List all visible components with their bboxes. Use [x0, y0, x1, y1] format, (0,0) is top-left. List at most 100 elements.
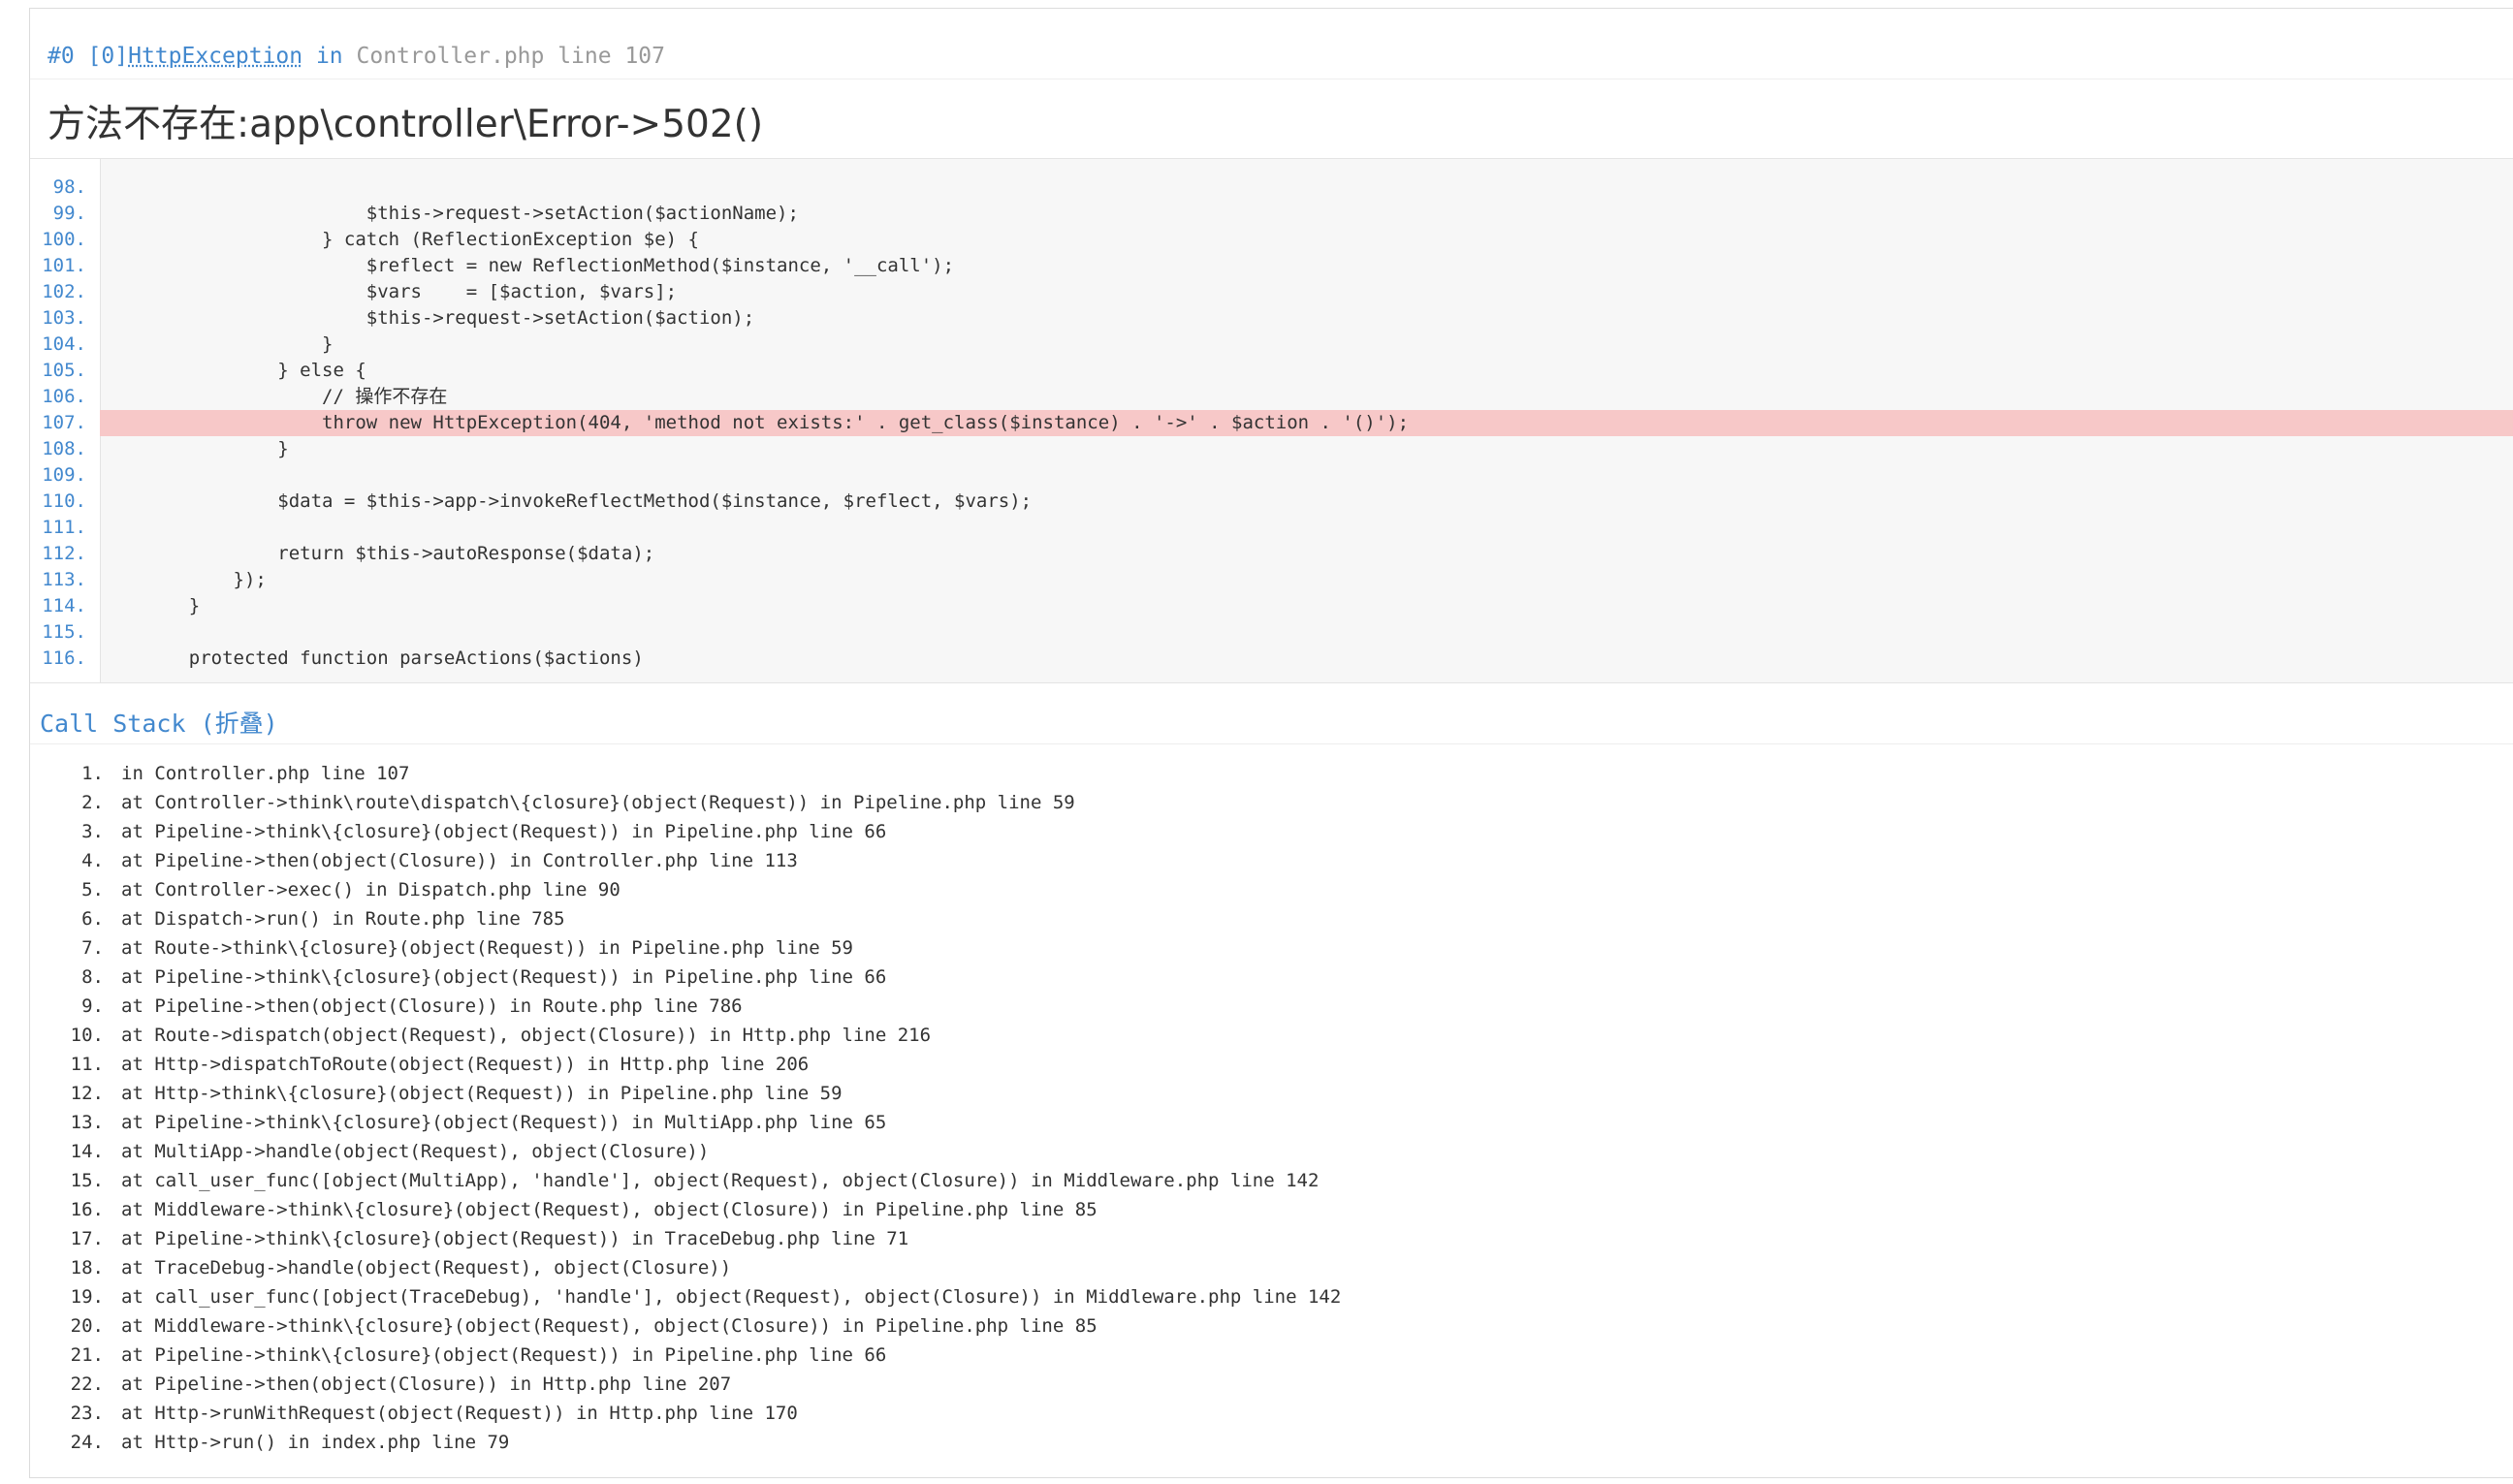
- stack-frame-number: 9.: [81, 995, 104, 1017]
- line-number: 107.: [42, 412, 86, 433]
- code-text: $this->request->setAction($actionName);: [144, 203, 799, 224]
- line-number: 102.: [42, 281, 86, 302]
- line-number: 99.: [52, 203, 86, 224]
- stack-frame-text: at Route->dispatch(object(Request), obje…: [121, 1025, 932, 1046]
- code-text: $reflect = new ReflectionMethod($instanc…: [144, 255, 955, 276]
- stack-frame-number: 1.: [81, 763, 104, 784]
- stack-frame-number: 23.: [70, 1403, 104, 1424]
- stack-frame-number: 5.: [81, 879, 104, 900]
- stack-frame-text: at Http->run() in index.php line 79: [121, 1432, 510, 1453]
- stack-frame-text: at Pipeline->then(object(Closure)) in Ht…: [121, 1373, 732, 1395]
- line-number: 101.: [42, 255, 86, 276]
- line-number: 108.: [42, 438, 86, 459]
- source-code-block: 98. 99. $this->request->setAction($action…: [30, 158, 2513, 683]
- stack-frame-text: at MultiApp->handle(object(Request), obj…: [121, 1141, 710, 1162]
- code-line: 104. }: [30, 332, 2513, 358]
- stack-frame-number: 20.: [70, 1315, 104, 1337]
- line-number: 106.: [42, 386, 86, 407]
- stack-frame-text: at Controller->think\route\dispatch\{clo…: [121, 792, 1075, 813]
- call-stack-toggle[interactable]: Call Stack (折叠): [40, 705, 278, 740]
- stack-frame-text: at Pipeline->then(object(Closure)) in Co…: [121, 850, 798, 871]
- code-text: }: [144, 595, 201, 616]
- stack-frame-text: at Pipeline->think\{closure}(object(Requ…: [121, 1112, 887, 1133]
- stack-frame-number: 19.: [70, 1286, 104, 1308]
- exception-message: 方法不存在:app\controller\Error->502(): [48, 103, 764, 146]
- code-line: 111.: [30, 515, 2513, 541]
- stack-frame-text: at Pipeline->think\{closure}(object(Requ…: [121, 966, 887, 988]
- code-line: 108. }: [30, 436, 2513, 462]
- code-line: 106. // 操作不存在: [30, 384, 2513, 410]
- code-text: });: [144, 569, 267, 590]
- line-number: 115.: [42, 621, 86, 643]
- stack-frame-text: at Http->dispatchToRoute(object(Request)…: [121, 1054, 810, 1075]
- stack-frame-number: 6.: [81, 908, 104, 930]
- line-number: 110.: [42, 490, 86, 512]
- stack-frame-number: 3.: [81, 821, 104, 842]
- stack-frame-number: 4.: [81, 850, 104, 871]
- code-text: }: [144, 333, 334, 355]
- code-line: 103. $this->request->setAction($action);: [30, 305, 2513, 332]
- code-line: 115.: [30, 619, 2513, 646]
- code-line: 100. } catch (ReflectionException $e) {: [30, 227, 2513, 253]
- stack-frame-text: at Middleware->think\{closure}(object(Re…: [121, 1199, 1097, 1220]
- stack-frame-number: 18.: [70, 1257, 104, 1279]
- error-code-line: 107. throw new HttpException(404, 'metho…: [42, 410, 2513, 436]
- stack-frame-text: at Pipeline->then(object(Closure)) in Ro…: [121, 995, 743, 1017]
- stack-frame-number: 24.: [70, 1432, 104, 1453]
- stack-frame-number: 16.: [70, 1199, 104, 1220]
- stack-frame-number: 17.: [70, 1228, 104, 1249]
- code-line: 105. } else {: [30, 358, 2513, 384]
- stack-frame-number: 12.: [70, 1083, 104, 1104]
- code-text: $this->request->setAction($action);: [144, 307, 755, 329]
- divider: [30, 743, 2513, 744]
- stack-frame-text: at call_user_func([object(MultiApp), 'ha…: [121, 1170, 1320, 1191]
- stack-frame-text: at call_user_func([object(TraceDebug), '…: [121, 1286, 1342, 1308]
- stack-frame-number: 10.: [70, 1025, 104, 1046]
- code-line: 113. });: [30, 567, 2513, 593]
- code-text: }: [144, 438, 289, 459]
- stack-frame-text: at Dispatch->run() in Route.php line 785: [121, 908, 565, 930]
- stack-frame-number: 15.: [70, 1170, 104, 1191]
- code-text: } catch (ReflectionException $e) {: [144, 229, 699, 250]
- stack-frame-text: at Middleware->think\{closure}(object(Re…: [121, 1315, 1097, 1337]
- code-text: $vars = [$action, $vars];: [144, 281, 678, 302]
- stack-frame-number: 22.: [70, 1373, 104, 1395]
- code-text: // 操作不存在: [144, 386, 448, 407]
- stack-frame-number: 7.: [81, 937, 104, 959]
- stack-frame-text: at TraceDebug->handle(object(Request), o…: [121, 1257, 732, 1279]
- exception-file: Controller.php line 107: [356, 44, 666, 69]
- code-text: $data = $this->app->invokeReflectMethod(…: [144, 490, 1033, 512]
- exception-header: #0 [0]HttpException in Controller.php li…: [48, 44, 665, 82]
- stack-frame-text: at Http->runWithRequest(object(Request))…: [121, 1403, 798, 1424]
- exception-class-link[interactable]: HttpException: [128, 44, 302, 69]
- stack-frame-text: at Pipeline->think\{closure}(object(Requ…: [121, 1344, 887, 1366]
- stack-frame-text: at Route->think\{closure}(object(Request…: [121, 937, 853, 959]
- line-number: 112.: [42, 543, 86, 564]
- code-line: 109.: [30, 462, 2513, 489]
- stack-frame-number: 14.: [70, 1141, 104, 1162]
- code-line: 110. $data = $this->app->invokeReflectMe…: [30, 489, 2513, 515]
- exception-panel: #0 [0]HttpException in Controller.php li…: [29, 8, 2513, 1478]
- line-number: 114.: [42, 595, 86, 616]
- code-text: throw new HttpException(404, 'method not…: [144, 412, 1410, 433]
- code-line: 116. protected function parseActions($ac…: [30, 646, 2513, 672]
- code-line: 101. $reflect = new ReflectionMethod($in…: [30, 253, 2513, 279]
- stack-frame-number: 11.: [70, 1054, 104, 1075]
- line-number: 105.: [42, 360, 86, 381]
- line-number: 111.: [42, 517, 86, 538]
- exception-index: #0 [0]: [48, 44, 129, 69]
- code-line: 112. return $this->autoResponse($data);: [30, 541, 2513, 567]
- line-number: 98.: [52, 176, 86, 198]
- exception-in: in: [302, 44, 357, 69]
- line-number: 103.: [42, 307, 86, 329]
- line-number: 104.: [42, 333, 86, 355]
- line-number: 100.: [42, 229, 86, 250]
- stack-frame-text: at Controller->exec() in Dispatch.php li…: [121, 879, 620, 900]
- stack-frame-number: 21.: [70, 1344, 104, 1366]
- code-text: protected function parseActions($actions…: [144, 647, 644, 669]
- stack-frame-text: at Http->think\{closure}(object(Request)…: [121, 1083, 843, 1104]
- stack-frame-number: 8.: [81, 966, 104, 988]
- stack-frame-text: at Pipeline->think\{closure}(object(Requ…: [121, 1228, 909, 1249]
- stack-frame-number: 2.: [81, 792, 104, 813]
- code-text: return $this->autoResponse($data);: [144, 543, 655, 564]
